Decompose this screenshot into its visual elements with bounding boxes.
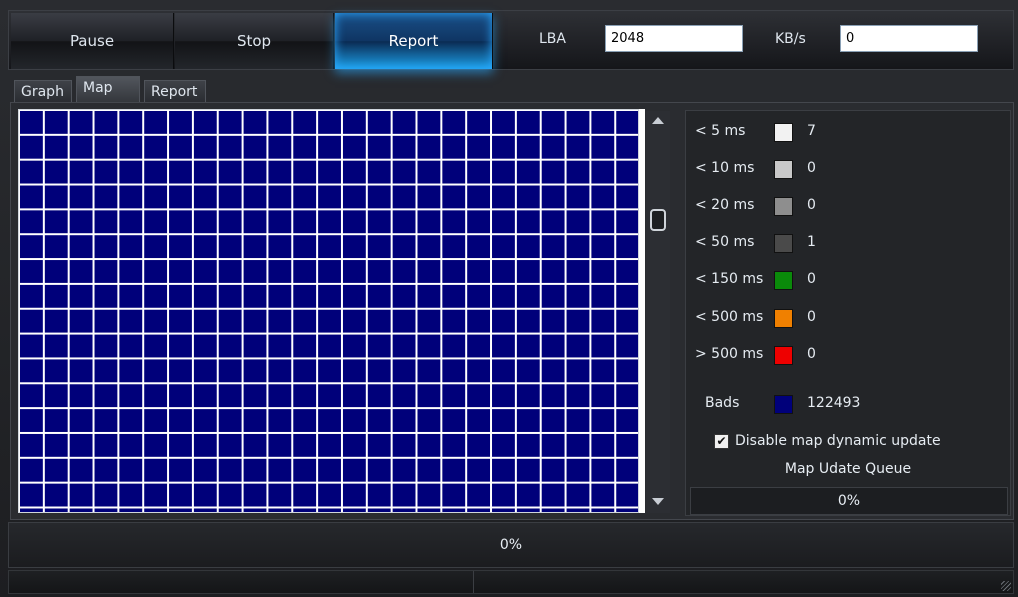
scan-progress-text: 0%: [499, 537, 523, 553]
stop-button[interactable]: Stop: [175, 13, 334, 69]
legend-swatch: [774, 160, 793, 179]
legend-count: 0: [807, 346, 816, 362]
lba-label: LBA: [539, 31, 566, 47]
legend-row-bads: Bads 122493: [686, 393, 1010, 415]
report-button[interactable]: Report: [335, 13, 493, 69]
scroll-down-icon[interactable]: [652, 498, 664, 505]
legend-count: 1: [807, 234, 816, 250]
disable-update-checkbox[interactable]: ✔: [714, 433, 729, 449]
legend-label: > 500 ms: [695, 346, 764, 362]
legend-count: 0: [807, 309, 816, 325]
checkmark-icon: ✔: [716, 434, 727, 448]
legend-panel: < 5 ms 7 < 10 ms 0 < 20 ms 0 < 50 ms 1 <…: [685, 110, 1011, 516]
scroll-thumb[interactable]: [650, 209, 666, 231]
pause-button[interactable]: Pause: [11, 13, 174, 69]
legend-count: 0: [807, 160, 816, 176]
legend-label: < 150 ms: [695, 271, 764, 287]
app-window: Pause Stop Report LBA KB/s Graph Map Rep…: [0, 0, 1018, 597]
bads-count: 122493: [807, 395, 861, 411]
legend-swatch: [774, 123, 793, 142]
kbs-label: KB/s: [775, 31, 806, 47]
legend-swatch: [774, 234, 793, 253]
legend-row-150ms: < 150 ms 0: [686, 269, 1010, 291]
tab-map[interactable]: Map: [76, 76, 140, 102]
map-edge: [639, 109, 645, 513]
disable-update-label[interactable]: Disable map dynamic update: [735, 433, 941, 449]
legend-label: < 20 ms: [695, 197, 755, 213]
status-bar: [8, 570, 1014, 594]
map-queue-progress: 0%: [690, 487, 1008, 515]
legend-count: 0: [807, 271, 816, 287]
legend-row-5ms: < 5 ms 7: [686, 121, 1010, 143]
status-divider: [473, 571, 474, 593]
resize-grip-icon[interactable]: [1001, 581, 1011, 591]
map-scrollbar[interactable]: [646, 111, 670, 513]
scroll-up-icon[interactable]: [652, 117, 664, 124]
legend-label: < 10 ms: [695, 160, 755, 176]
toolbar: Pause Stop Report LBA KB/s: [8, 10, 1014, 70]
kbs-input[interactable]: [840, 25, 978, 52]
bads-label: Bads: [705, 395, 740, 411]
scan-progress-bar: 0%: [8, 522, 1014, 568]
legend-row-500ms: < 500 ms 0: [686, 307, 1010, 329]
sector-map-grid: [18, 109, 639, 513]
legend-swatch: [774, 197, 793, 216]
bads-swatch: [774, 395, 793, 414]
legend-row-10ms: < 10 ms 0: [686, 158, 1010, 180]
legend-label: < 50 ms: [695, 234, 755, 250]
legend-row-20ms: < 20 ms 0: [686, 195, 1010, 217]
legend-count: 7: [807, 123, 816, 139]
disable-update-row[interactable]: ✔ Disable map dynamic update: [714, 433, 941, 449]
legend-swatch: [774, 309, 793, 328]
lba-input[interactable]: [605, 25, 743, 52]
legend-row-over-500ms: > 500 ms 0: [686, 344, 1010, 366]
legend-swatch: [774, 271, 793, 290]
tab-report[interactable]: Report: [144, 80, 206, 102]
legend-label: < 500 ms: [695, 309, 764, 325]
map-queue-percent: 0%: [837, 493, 861, 509]
legend-row-50ms: < 50 ms 1: [686, 232, 1010, 254]
legend-swatch: [774, 346, 793, 365]
legend-label: < 5 ms: [695, 123, 746, 139]
tab-graph[interactable]: Graph: [14, 80, 72, 102]
map-queue-title: Map Udate Queue: [784, 461, 912, 477]
legend-count: 0: [807, 197, 816, 213]
